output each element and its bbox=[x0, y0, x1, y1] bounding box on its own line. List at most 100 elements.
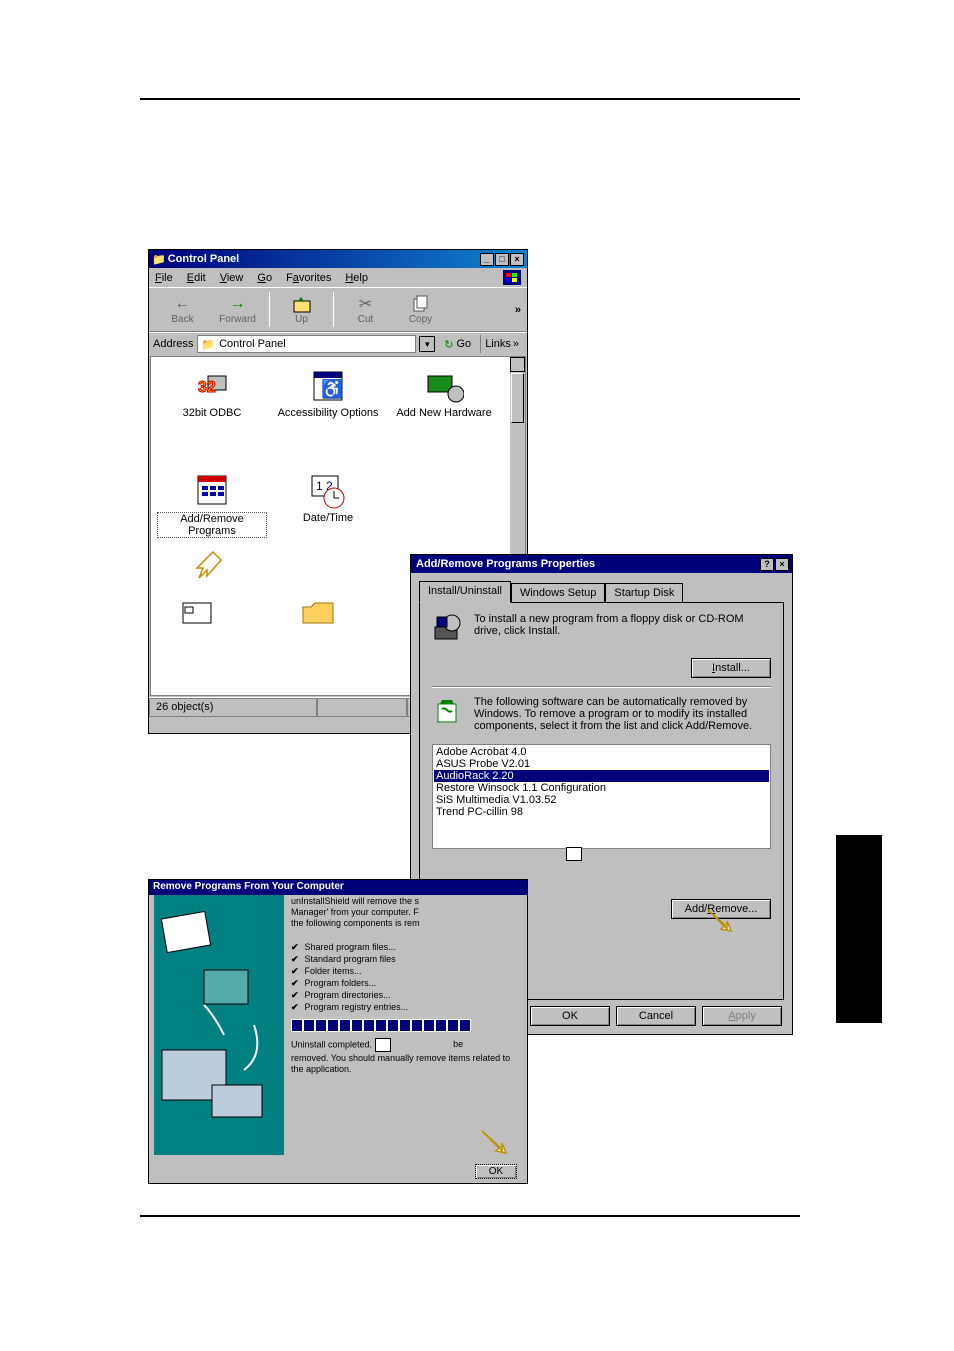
cut-button[interactable]: ✂ Cut bbox=[338, 294, 393, 325]
maximize-button[interactable]: □ bbox=[495, 253, 509, 266]
forward-label: Forward bbox=[210, 314, 265, 325]
go-label: Go bbox=[457, 338, 472, 350]
wizard-content: unInstallShield will remove the s Manage… bbox=[291, 895, 521, 1155]
scroll-up-button[interactable] bbox=[510, 357, 525, 372]
list-item[interactable]: ASUS Probe V2.01 bbox=[434, 758, 769, 770]
address-dropdown-button[interactable]: ▼ bbox=[419, 336, 435, 352]
minimize-button[interactable]: _ bbox=[480, 253, 494, 266]
dialog-titlebar[interactable]: Add/Remove Programs Properties ? × bbox=[411, 555, 792, 573]
svg-text:32: 32 bbox=[198, 379, 216, 396]
title-icon: 📁 bbox=[152, 253, 166, 266]
date-time-icon: 1 2 bbox=[273, 472, 383, 512]
back-icon: ← bbox=[155, 294, 210, 314]
icon-date-time[interactable]: 1 2 Date/Time bbox=[273, 472, 383, 524]
list-item[interactable]: Trend PC-cillin 98 bbox=[434, 806, 769, 818]
check-icon: ✔ bbox=[291, 942, 299, 952]
menu-go[interactable]: Go bbox=[257, 272, 272, 284]
icon-add-hardware[interactable]: Add New Hardware bbox=[389, 367, 499, 419]
tab-install-uninstall[interactable]: Install/Uninstall bbox=[419, 581, 511, 603]
cancel-button[interactable]: Cancel bbox=[616, 1006, 696, 1026]
window-titlebar[interactable]: 📁 Control Panel _ □ × bbox=[149, 250, 527, 268]
divider bbox=[432, 686, 771, 688]
partial-folder-icon bbox=[301, 597, 337, 627]
cut-label: Cut bbox=[338, 314, 393, 325]
add-remove-button[interactable]: Add/Remove... bbox=[671, 899, 771, 919]
done-line: the application. bbox=[291, 1064, 521, 1074]
cut-icon: ✂ bbox=[338, 294, 393, 314]
back-label: Back bbox=[155, 314, 210, 325]
check-icon: ✔ bbox=[291, 954, 299, 964]
toolbar-divider bbox=[333, 292, 334, 327]
close-button[interactable]: × bbox=[775, 558, 789, 571]
ok-button[interactable]: OK bbox=[530, 1006, 610, 1026]
done-line: removed. You should manually remove item… bbox=[291, 1053, 521, 1063]
intro-line: unInstallShield will remove the s bbox=[291, 896, 521, 906]
remove-programs-dialog: Remove Programs From Your Computer unIns… bbox=[148, 879, 528, 1184]
icon-32bit-odbc[interactable]: 32 32bit ODBC bbox=[157, 367, 267, 419]
icon-label: Add/Remove Programs bbox=[157, 512, 267, 538]
callout-box bbox=[375, 1038, 391, 1052]
intro-line: Manager' from your computer. F bbox=[291, 907, 521, 917]
installed-programs-list[interactable]: Adobe Acrobat 4.0 ASUS Probe V2.01 Audio… bbox=[432, 744, 771, 849]
ok-button[interactable]: OK bbox=[475, 1164, 517, 1179]
odbc-icon: 32 bbox=[157, 367, 267, 407]
back-button[interactable]: ← Back bbox=[155, 294, 210, 325]
header-rule bbox=[140, 98, 800, 100]
forward-button[interactable]: → Forward bbox=[210, 294, 265, 325]
dialog-title: Add/Remove Programs Properties bbox=[414, 558, 760, 570]
menu-help[interactable]: Help bbox=[345, 272, 368, 284]
up-icon bbox=[274, 294, 329, 314]
address-value: Control Panel bbox=[219, 338, 286, 350]
up-button[interactable]: Up bbox=[274, 294, 329, 325]
check-item: ✔Standard program files bbox=[291, 954, 521, 965]
menu-file[interactable]: File bbox=[155, 272, 173, 284]
links-label: Links bbox=[485, 338, 511, 350]
copy-label: Copy bbox=[393, 314, 448, 325]
icon-label: Date/Time bbox=[273, 512, 383, 524]
add-hardware-icon bbox=[389, 367, 499, 407]
menu-view[interactable]: View bbox=[220, 272, 244, 284]
go-button[interactable]: ↻ Go bbox=[439, 335, 476, 353]
tab-windows-setup[interactable]: Windows Setup bbox=[511, 583, 605, 602]
icon-accessibility[interactable]: ♿ Accessibility Options bbox=[273, 367, 383, 419]
check-icon: ✔ bbox=[291, 1002, 299, 1012]
scroll-thumb[interactable] bbox=[511, 373, 524, 423]
tab-startup-disk[interactable]: Startup Disk bbox=[605, 583, 683, 602]
close-button[interactable]: × bbox=[510, 253, 524, 266]
app-logo-icon bbox=[503, 270, 521, 285]
up-label: Up bbox=[274, 314, 329, 325]
status-text: 26 object(s) bbox=[149, 698, 317, 717]
address-bar: Address 📁 Control Panel ▼ ↻ Go Links » bbox=[149, 332, 527, 355]
links-button[interactable]: Links » bbox=[480, 335, 523, 353]
toolbar-overflow-icon[interactable]: » bbox=[515, 304, 521, 316]
menu-favorites[interactable]: Favorites bbox=[286, 272, 331, 284]
footer-rule bbox=[140, 1215, 800, 1217]
copy-icon bbox=[393, 294, 448, 314]
add-remove-icon bbox=[157, 472, 267, 512]
copy-button[interactable]: Copy bbox=[393, 294, 448, 325]
remove-text: The following software can be automatica… bbox=[474, 696, 771, 732]
check-item: ✔Folder items... bbox=[291, 966, 521, 977]
check-icon: ✔ bbox=[291, 966, 299, 976]
list-item[interactable]: SiS Multimedia V1.03.52 bbox=[434, 794, 769, 806]
install-button[interactable]: Install... bbox=[691, 658, 771, 678]
icon-add-remove-programs[interactable]: Add/Remove Programs bbox=[157, 472, 267, 538]
help-button[interactable]: ? bbox=[760, 558, 774, 571]
list-item[interactable]: Adobe Acrobat 4.0 bbox=[434, 746, 769, 758]
address-input[interactable]: 📁 Control Panel bbox=[197, 335, 416, 353]
icon-label: 32bit ODBC bbox=[157, 407, 267, 419]
icon-label: Add New Hardware bbox=[389, 407, 499, 419]
check-item: ✔Program folders... bbox=[291, 978, 521, 989]
install-text: To install a new program from a floppy d… bbox=[474, 613, 771, 646]
dialog-title: Remove Programs From Your Computer bbox=[149, 880, 527, 895]
page-edge-tab bbox=[836, 835, 882, 1023]
apply-button: Apply bbox=[702, 1006, 782, 1026]
menubar: File Edit View Go Favorites Help bbox=[149, 268, 527, 287]
list-item[interactable]: Restore Winsock 1.1 Configuration bbox=[434, 782, 769, 794]
list-item[interactable]: AudioRack 2.20 bbox=[434, 770, 769, 782]
menu-edit[interactable]: Edit bbox=[187, 272, 206, 284]
check-item: ✔Program registry entries... bbox=[291, 1002, 521, 1013]
hint-arrow-icon bbox=[193, 550, 223, 580]
address-label: Address bbox=[153, 338, 193, 350]
install-icon bbox=[432, 613, 462, 646]
